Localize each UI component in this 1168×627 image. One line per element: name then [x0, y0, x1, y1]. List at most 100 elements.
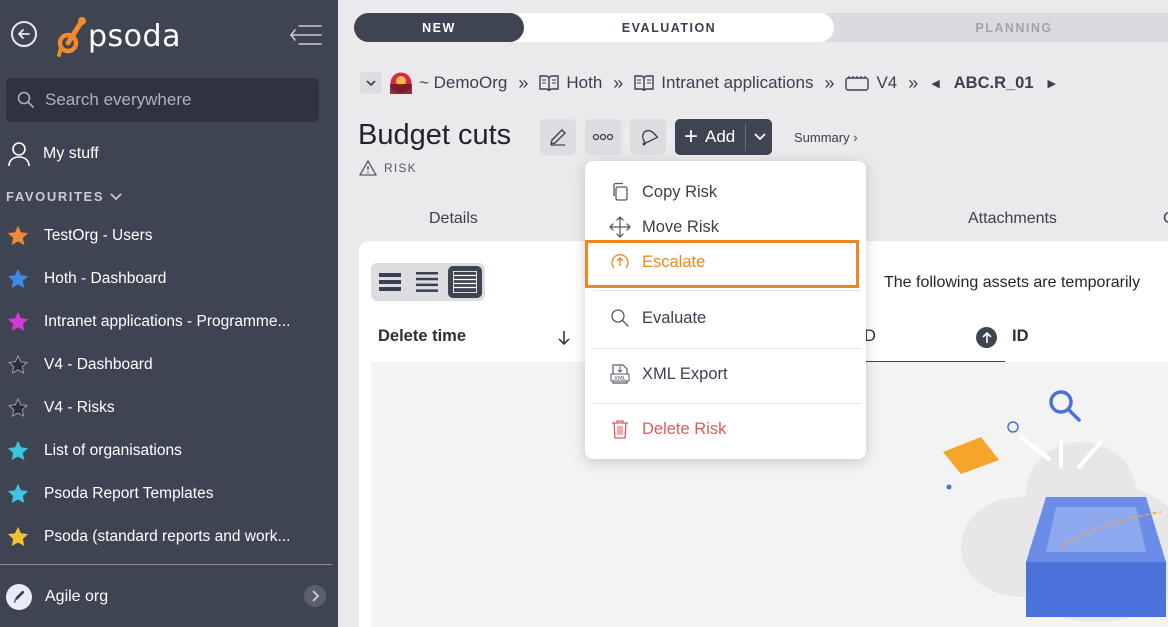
menu-evaluate[interactable]: Evaluate [585, 301, 866, 335]
collapse-sidebar-icon[interactable] [289, 24, 323, 46]
favourite-label: TestOrg - Users [44, 226, 153, 244]
breadcrumb: ~ DemoOrg » Hoth » Intranet applications… [360, 70, 1070, 96]
favourite-label: Hoth - Dashboard [44, 269, 167, 287]
summary-link[interactable]: Summary › [794, 130, 858, 145]
more-options-menu: Copy Risk Move Risk Escalate Evaluate XM… [585, 161, 866, 459]
pencil-icon [550, 129, 566, 146]
stage-evaluation[interactable]: EVALUATION [504, 13, 834, 42]
tab-attachments[interactable]: Attachments [968, 210, 1057, 228]
rocket-icon [13, 590, 25, 603]
more-options-button[interactable] [585, 119, 621, 155]
column-id[interactable]: ID [1012, 327, 1029, 346]
column-delete-time[interactable]: Delete time [378, 327, 466, 346]
edit-button[interactable] [540, 119, 576, 155]
favourite-item[interactable]: Hoth - Dashboard [0, 257, 338, 300]
add-button[interactable]: + Add [675, 119, 772, 155]
org-name: Agile org [45, 588, 109, 605]
escalate-highlight-box [585, 240, 859, 288]
stage-evaluation-label: EVALUATION [621, 20, 717, 35]
next-icon[interactable]: ▶ [1048, 77, 1056, 90]
breadcrumb-separator: » [824, 72, 835, 93]
favourite-item[interactable]: Intranet applications - Programme... [0, 300, 338, 343]
favourite-item[interactable]: Psoda Report Templates [0, 472, 338, 515]
tab-clipped[interactable]: C [1163, 210, 1168, 228]
warning-icon [359, 160, 377, 176]
psoda-logo-icon [57, 17, 86, 57]
breadcrumb-org[interactable]: ~ DemoOrg [419, 73, 507, 93]
svg-text:XML: XML [614, 376, 627, 382]
search-box[interactable] [6, 78, 319, 122]
star-icon [8, 225, 28, 245]
view-compact-button[interactable] [373, 266, 407, 298]
breadcrumb-project[interactable]: Intranet applications [661, 73, 813, 93]
version-icon [845, 75, 870, 91]
chevron-down-icon [366, 79, 376, 86]
favourite-item[interactable]: TestOrg - Users [0, 214, 338, 257]
star-icon [8, 483, 28, 503]
favourite-item[interactable]: V4 - Dashboard [0, 343, 338, 386]
breadcrumb-dropdown[interactable] [360, 72, 382, 94]
star-icon [8, 354, 28, 374]
favourite-label: Psoda Report Templates [44, 484, 214, 502]
my-stuff-link[interactable]: My stuff [7, 140, 99, 168]
org-switcher[interactable]: Agile org [6, 582, 326, 612]
favourite-label: Psoda (standard reports and work... [44, 527, 291, 545]
breadcrumb-program[interactable]: Hoth [566, 73, 602, 93]
view-dense-button[interactable] [448, 266, 482, 298]
favourite-label: List of organisations [44, 441, 182, 459]
menu-delete-risk[interactable]: Delete Risk [585, 412, 866, 446]
back-icon[interactable] [11, 21, 37, 47]
book-icon [539, 74, 560, 92]
star-icon [8, 440, 28, 460]
sort-up-icon[interactable] [976, 327, 997, 348]
favourites-header[interactable]: FAVOURITES [6, 189, 122, 204]
sidebar-divider [0, 564, 332, 565]
org-avatar-icon [390, 72, 412, 94]
breadcrumb-separator: » [518, 72, 529, 93]
workflow-stages: PLANNING EVALUATION NEW [354, 13, 1168, 42]
sidebar: psoda My stuff FAVOURITES TestOrg - User… [0, 0, 338, 627]
menu-xml-export[interactable]: XML XML Export [585, 357, 866, 391]
star-icon [8, 268, 28, 288]
my-stuff-label: My stuff [43, 145, 99, 162]
list-large-icon [379, 273, 401, 291]
sort-down-icon[interactable] [558, 330, 570, 346]
chevron-down-icon[interactable] [754, 133, 766, 141]
logo-text: psoda [88, 18, 181, 54]
favourite-item[interactable]: Psoda (standard reports and work... [0, 515, 338, 558]
view-medium-button[interactable] [410, 266, 444, 298]
breadcrumb-separator: » [908, 72, 919, 93]
breadcrumb-separator: » [613, 72, 624, 93]
notification-button[interactable] [630, 119, 666, 155]
magnifier-icon [609, 307, 631, 329]
menu-copy-label: Copy Risk [642, 182, 718, 201]
menu-copy-risk[interactable]: Copy Risk [585, 175, 866, 209]
move-icon [609, 216, 631, 238]
menu-divider [593, 348, 860, 349]
copy-icon [609, 181, 631, 203]
breadcrumb-version[interactable]: V4 [876, 73, 897, 93]
previous-icon[interactable]: ◀ [931, 77, 939, 90]
menu-move-risk[interactable]: Move Risk [585, 210, 866, 244]
stage-planning[interactable]: PLANNING [814, 13, 1168, 42]
book-icon [634, 74, 654, 92]
user-icon [8, 142, 30, 167]
favourite-label: V4 - Dashboard [44, 355, 153, 373]
tab-details[interactable]: Details [429, 210, 478, 228]
menu-delete-label: Delete Risk [642, 419, 727, 438]
menu-xml-export-label: XML Export [642, 364, 728, 383]
plus-icon: + [684, 123, 699, 150]
star-icon [8, 397, 28, 417]
item-type-label: RISK [384, 161, 417, 175]
star-icon [8, 311, 28, 331]
menu-move-label: Move Risk [642, 217, 720, 236]
search-input[interactable] [45, 90, 295, 110]
menu-divider [593, 403, 860, 404]
psoda-logo[interactable]: psoda [56, 14, 181, 58]
favourite-item[interactable]: List of organisations [0, 429, 338, 472]
stage-new[interactable]: NEW [354, 13, 524, 42]
chevron-right-icon[interactable] [304, 585, 326, 607]
stage-new-label: NEW [422, 20, 456, 35]
list-dense-icon [453, 271, 477, 293]
favourite-item[interactable]: V4 - Risks [0, 386, 338, 429]
